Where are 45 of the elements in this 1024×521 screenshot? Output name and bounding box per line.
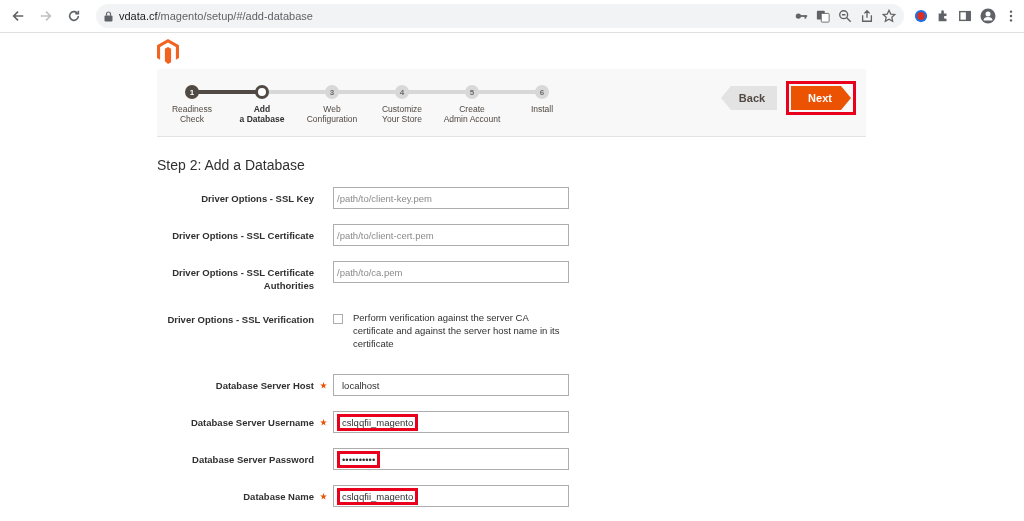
step-marker: 1 [185,85,199,99]
step-label[interactable]: Install [530,104,554,114]
field-label: Driver Options - SSL Certificate Authorities [171,266,314,292]
share-icon[interactable] [860,9,874,23]
step-label[interactable]: Web Configuration [306,104,358,124]
star-icon[interactable] [882,9,896,23]
next-button[interactable]: Next [791,86,851,110]
puzzle-icon[interactable] [936,9,950,23]
field-label: Driver Options - SSL Certificate [171,229,314,242]
back-button[interactable]: Back [721,86,777,110]
step-marker: 3 [325,85,339,99]
step-heading: Step 2: Add a Database [157,157,306,173]
password-field[interactable]: •••••••••• [333,448,569,470]
avatar-icon[interactable] [980,8,996,24]
side-panel-icon[interactable] [958,9,972,23]
field-label: Database Server Password [191,453,314,466]
input-field[interactable]: /path/to/ca.pem [333,261,569,283]
field-label: Database Server Host [214,379,314,392]
field-label: Driver Options - SSL Key [200,192,314,205]
input-field[interactable]: /path/to/client-cert.pem [333,224,569,246]
step-label[interactable]: Readiness Check [171,104,213,124]
zoom-out-icon[interactable] [838,9,852,23]
step-label[interactable]: Add a Database [239,104,285,124]
logo-icon [157,38,179,64]
input-field[interactable]: localhost [333,374,569,396]
back-arrow-icon[interactable] [11,9,25,23]
input-field[interactable]: cslqqfii_magento [333,411,569,433]
input-field[interactable]: cslqqfii_magento [333,485,569,507]
field-label: Driver Options - SSL Verification [166,313,314,326]
step-label[interactable]: Customize Your Store [381,104,423,124]
step-marker: 4 [395,85,409,99]
step-label[interactable]: Create Admin Account [443,104,501,124]
url-text: vdata.cf/magento/setup/#/add-database [119,10,313,22]
extension-badge-icon[interactable] [914,9,928,23]
translate-icon[interactable] [816,9,830,23]
checkbox[interactable] [333,314,343,324]
step-marker: 6 [535,85,549,99]
lock-icon [104,10,113,22]
field-label: Database Server Username [189,416,314,429]
address-bar[interactable]: vdata.cf/magento/setup/#/add-database [96,4,904,28]
field-label: Database Name [242,490,314,503]
input-field[interactable]: /path/to/client-key.pem [333,187,569,209]
step-marker: 5 [465,85,479,99]
checkbox-label: Perform verification against the server CA certificate and against the server host name in its certificate [353,311,561,350]
reload-icon[interactable] [67,9,81,23]
